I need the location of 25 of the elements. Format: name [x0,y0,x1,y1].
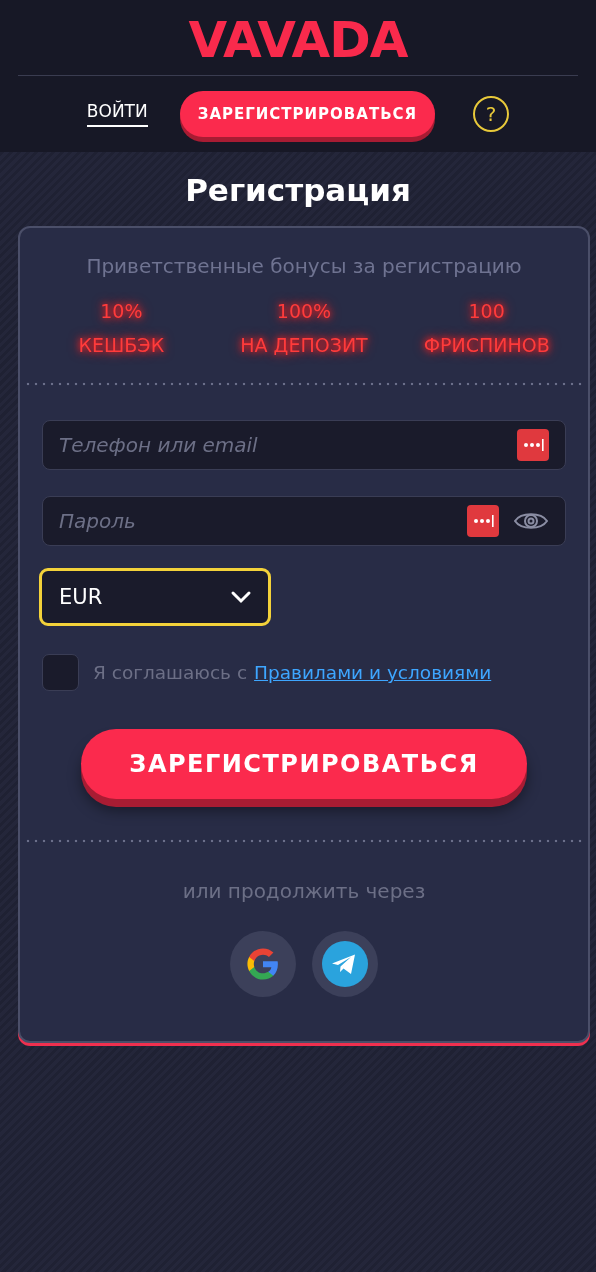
bonus-heading: Приветственные бонусы за регистрацию [85,254,523,278]
bonus-value: 100 [467,299,506,324]
password-input[interactable]: Пароль [43,497,453,545]
password-manager-icon[interactable] [467,505,499,537]
bonus-label: ФРИСПИНОВ [422,333,551,358]
bonus-value: 100% [275,299,333,324]
social-caption: или продолжить через [181,879,427,903]
password-manager-icon[interactable] [517,429,549,461]
checkbox[interactable] [42,654,79,691]
terms-link[interactable]: Правилами и условиями [254,662,492,683]
input-field[interactable]: Телефон или email [42,420,566,470]
agree-text: Я соглашаюсь с [93,662,248,683]
logo[interactable]: VAVADA [18,0,578,76]
bonus-label: КЕШБЭК [77,333,166,358]
page-title: Регистрация [184,172,412,208]
text-input[interactable]: Телефон или email [43,421,503,469]
bonus-value: 10% [99,299,144,324]
help-button[interactable]: ? [473,96,510,132]
paper-plane-icon [322,941,368,987]
login-link[interactable]: ВОЙТИ [86,101,148,127]
chevron-down-icon [230,590,252,604]
bonus-label: НА ДЕПОЗИТ [239,333,369,358]
google-icon [246,947,280,981]
password-field[interactable]: Пароль [42,496,566,546]
currency-select[interactable]: EUR [39,568,271,626]
